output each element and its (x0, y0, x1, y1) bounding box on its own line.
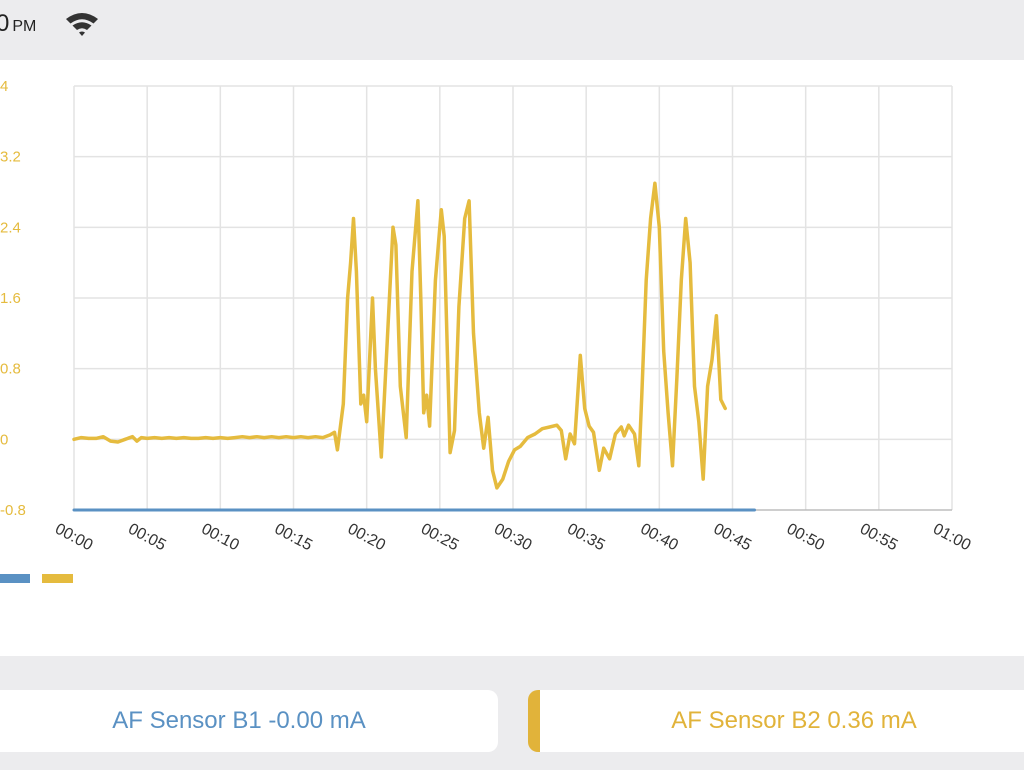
x-tick-label: 00:40 (637, 521, 680, 555)
clock: 0 PM (0, 10, 36, 38)
x-tick-label: 00:50 (784, 521, 827, 555)
y-tick-label: 0.8 (0, 361, 21, 378)
x-tick-label: 00:30 (491, 521, 534, 555)
y-tick-label: 0 (0, 431, 8, 448)
x-tick-label: 00:20 (345, 521, 388, 555)
wifi-icon (66, 13, 98, 36)
x-tick-label: 01:00 (930, 521, 973, 555)
sensor-b1-label: AF Sensor B1 -0.00 mA (112, 707, 366, 734)
x-tick-label: 00:05 (125, 521, 168, 555)
clock-ampm: PM (12, 18, 37, 35)
y-axis-ticks: 4 3.2 2.4 1.6 0.8 0 -0.8 (0, 78, 26, 519)
x-tick-label: 00:35 (564, 521, 607, 555)
sensor-b1-button[interactable]: AF Sensor B1 -0.00 mA (0, 690, 498, 752)
x-tick-label: 00:45 (711, 521, 754, 555)
y-tick-label: 2.4 (0, 219, 21, 236)
x-axis-ticks: 00:00 00:05 00:10 00:15 00:20 00:25 00:30 00:35… (52, 521, 973, 555)
x-tick-label: 00:00 (52, 521, 95, 555)
legend-swatch-b1 (0, 574, 30, 583)
chart-grid (73, 85, 953, 511)
legend-swatch-b2 (42, 574, 73, 583)
x-tick-label: 00:15 (272, 521, 315, 555)
clock-time: 0 (0, 10, 10, 37)
status-bar: 0 PM (0, 0, 1024, 48)
y-tick-label: 4 (0, 78, 8, 95)
series-line-b2 (72, 181, 727, 490)
y-tick-label: -0.8 (0, 502, 26, 519)
y-tick-label: 3.2 (0, 149, 21, 166)
x-tick-label: 00:55 (857, 521, 900, 555)
sensor-chart: 43.22.41.60.80-0.8 00:00 00:05 00:10 00:15 0… (0, 78, 974, 555)
sensor-b2-label: AF Sensor B2 0.36 mA (671, 707, 917, 734)
chart-series (72, 181, 756, 512)
y-tick-label: 1.6 (0, 290, 21, 307)
x-tick-label: 00:10 (198, 521, 241, 555)
chart-card: 4 3.2 2.4 1.6 0.8 0 -0.8 00:00 00:05 00:10 00:15 0… (0, 60, 1024, 656)
x-tick-label: 00:25 (418, 521, 461, 555)
sensor-b2-button[interactable]: AF Sensor B2 0.36 mA (528, 690, 1024, 752)
